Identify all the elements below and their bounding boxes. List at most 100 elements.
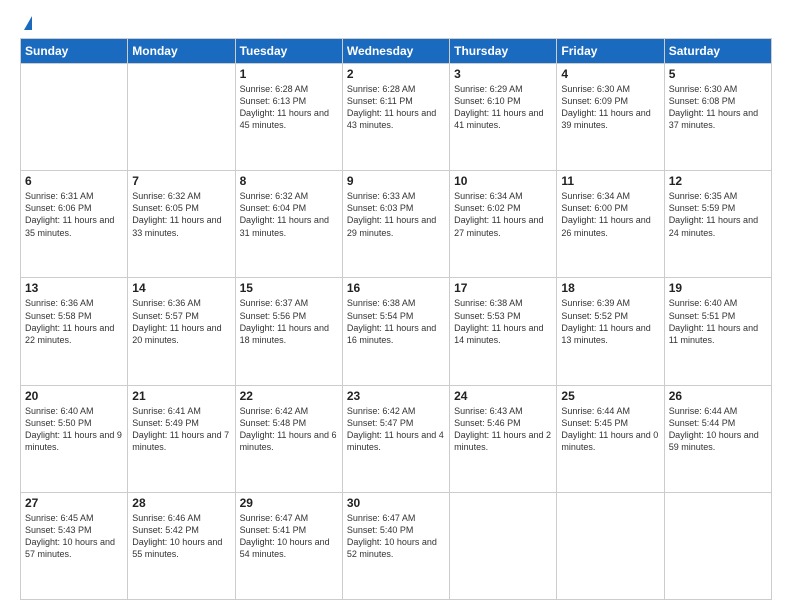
calendar-week-row: 13 Sunrise: 6:36 AM Sunset: 5:58 PM Dayli… [21, 278, 772, 385]
calendar-week-row: 6 Sunrise: 6:31 AM Sunset: 6:06 PM Daylig… [21, 171, 772, 278]
calendar-cell: 17Sunrise: 6:38 AM Sunset: 5:53 PM Dayli… [450, 278, 557, 385]
day-info: Sunrise: 6:35 AM Sunset: 5:59 PM Dayligh… [669, 190, 767, 239]
calendar-cell: 22Sunrise: 6:42 AM Sunset: 5:48 PM Dayli… [235, 385, 342, 492]
day-info: Sunrise: 6:46 AM Sunset: 5:42 PM Dayligh… [132, 512, 230, 561]
calendar-week-row: 20 Sunrise: 6:40 AM Sunset: 5:50 PM Dayli… [21, 385, 772, 492]
day-number: 14 [132, 281, 230, 295]
calendar-cell: 4 Sunrise: 6:30 AM Sunset: 6:09 PM Daylig… [557, 64, 664, 171]
calendar-cell: 3 Sunrise: 6:29 AM Sunset: 6:10 PM Daylig… [450, 64, 557, 171]
calendar-cell: 6 Sunrise: 6:31 AM Sunset: 6:06 PM Daylig… [21, 171, 128, 278]
day-number: 19 [669, 281, 767, 295]
day-info: Sunrise: 6:39 AM Sunset: 5:52 PM Dayligh… [561, 297, 659, 346]
day-number: 30 [347, 496, 445, 510]
day-info: Sunrise: 6:44 AM Sunset: 5:44 PM Dayligh… [669, 405, 767, 454]
calendar-cell [21, 64, 128, 171]
calendar-week-row: 27 Sunrise: 6:45 AM Sunset: 5:43 PM Dayli… [21, 492, 772, 599]
day-info: Sunrise: 6:29 AM Sunset: 6:10 PM Dayligh… [454, 83, 552, 132]
day-number: 3 [454, 67, 552, 81]
day-info: Sunrise: 6:36 AM Sunset: 5:58 PM Dayligh… [25, 297, 123, 346]
calendar-cell: 7 Sunrise: 6:32 AM Sunset: 6:05 PM Daylig… [128, 171, 235, 278]
day-info: Sunrise: 6:38 AM Sunset: 5:53 PM Dayligh… [454, 297, 552, 346]
day-info: Sunrise: 6:42 AM Sunset: 5:48 PM Dayligh… [240, 405, 338, 454]
day-number: 23 [347, 389, 445, 403]
day-number: 8 [240, 174, 338, 188]
day-info: Sunrise: 6:34 AM Sunset: 6:00 PM Dayligh… [561, 190, 659, 239]
calendar-cell [557, 492, 664, 599]
day-number: 15 [240, 281, 338, 295]
header [20, 16, 772, 30]
day-info: Sunrise: 6:45 AM Sunset: 5:43 PM Dayligh… [25, 512, 123, 561]
day-info: Sunrise: 6:32 AM Sunset: 6:04 PM Dayligh… [240, 190, 338, 239]
calendar-cell: 26 Sunrise: 6:44 AM Sunset: 5:44 PM Dayli… [664, 385, 771, 492]
calendar-cell: 19 Sunrise: 6:40 AM Sunset: 5:51 PM Dayli… [664, 278, 771, 385]
day-info: Sunrise: 6:44 AM Sunset: 5:45 PM Dayligh… [561, 405, 659, 454]
day-number: 26 [669, 389, 767, 403]
day-number: 7 [132, 174, 230, 188]
calendar-cell: 1 Sunrise: 6:28 AM Sunset: 6:13 PM Daylig… [235, 64, 342, 171]
calendar-cell: 9 Sunrise: 6:33 AM Sunset: 6:03 PM Daylig… [342, 171, 449, 278]
calendar-cell: 14 Sunrise: 6:36 AM Sunset: 5:57 PM Dayli… [128, 278, 235, 385]
day-info: Sunrise: 6:38 AM Sunset: 5:54 PM Dayligh… [347, 297, 445, 346]
day-number: 27 [25, 496, 123, 510]
day-number: 1 [240, 67, 338, 81]
logo-triangle-icon [24, 16, 32, 30]
day-info: Sunrise: 6:36 AM Sunset: 5:57 PM Dayligh… [132, 297, 230, 346]
day-of-week-header: Tuesday [235, 39, 342, 64]
calendar-cell: 12 Sunrise: 6:35 AM Sunset: 5:59 PM Dayli… [664, 171, 771, 278]
day-info: Sunrise: 6:30 AM Sunset: 6:09 PM Dayligh… [561, 83, 659, 132]
calendar-cell: 5 Sunrise: 6:30 AM Sunset: 6:08 PM Daylig… [664, 64, 771, 171]
day-of-week-header: Saturday [664, 39, 771, 64]
calendar-cell: 30 Sunrise: 6:47 AM Sunset: 5:40 PM Dayli… [342, 492, 449, 599]
day-number: 13 [25, 281, 123, 295]
logo [20, 16, 32, 30]
day-info: Sunrise: 6:47 AM Sunset: 5:41 PM Dayligh… [240, 512, 338, 561]
day-of-week-header: Wednesday [342, 39, 449, 64]
day-number: 9 [347, 174, 445, 188]
day-number: 2 [347, 67, 445, 81]
calendar-cell [450, 492, 557, 599]
day-info: Sunrise: 6:31 AM Sunset: 6:06 PM Dayligh… [25, 190, 123, 239]
day-info: Sunrise: 6:34 AM Sunset: 6:02 PM Dayligh… [454, 190, 552, 239]
day-info: Sunrise: 6:28 AM Sunset: 6:11 PM Dayligh… [347, 83, 445, 132]
calendar-table: SundayMondayTuesdayWednesdayThursdayFrid… [20, 38, 772, 600]
day-info: Sunrise: 6:40 AM Sunset: 5:51 PM Dayligh… [669, 297, 767, 346]
day-number: 25 [561, 389, 659, 403]
day-number: 24 [454, 389, 552, 403]
calendar-cell: 2 Sunrise: 6:28 AM Sunset: 6:11 PM Daylig… [342, 64, 449, 171]
day-number: 28 [132, 496, 230, 510]
day-of-week-header: Friday [557, 39, 664, 64]
calendar-cell: 18 Sunrise: 6:39 AM Sunset: 5:52 PM Dayli… [557, 278, 664, 385]
day-info: Sunrise: 6:37 AM Sunset: 5:56 PM Dayligh… [240, 297, 338, 346]
day-number: 18 [561, 281, 659, 295]
calendar-cell: 27 Sunrise: 6:45 AM Sunset: 5:43 PM Dayli… [21, 492, 128, 599]
day-number: 10 [454, 174, 552, 188]
day-info: Sunrise: 6:40 AM Sunset: 5:50 PM Dayligh… [25, 405, 123, 454]
calendar-cell [664, 492, 771, 599]
day-info: Sunrise: 6:47 AM Sunset: 5:40 PM Dayligh… [347, 512, 445, 561]
day-number: 29 [240, 496, 338, 510]
calendar-cell: 20 Sunrise: 6:40 AM Sunset: 5:50 PM Dayli… [21, 385, 128, 492]
day-info: Sunrise: 6:30 AM Sunset: 6:08 PM Dayligh… [669, 83, 767, 132]
calendar-cell: 8 Sunrise: 6:32 AM Sunset: 6:04 PM Daylig… [235, 171, 342, 278]
day-number: 16 [347, 281, 445, 295]
calendar-cell: 24Sunrise: 6:43 AM Sunset: 5:46 PM Dayli… [450, 385, 557, 492]
day-of-week-header: Monday [128, 39, 235, 64]
calendar-cell: 15 Sunrise: 6:37 AM Sunset: 5:56 PM Dayli… [235, 278, 342, 385]
calendar-week-row: 1 Sunrise: 6:28 AM Sunset: 6:13 PM Daylig… [21, 64, 772, 171]
day-number: 4 [561, 67, 659, 81]
calendar-cell: 28 Sunrise: 6:46 AM Sunset: 5:42 PM Dayli… [128, 492, 235, 599]
day-info: Sunrise: 6:33 AM Sunset: 6:03 PM Dayligh… [347, 190, 445, 239]
day-info: Sunrise: 6:28 AM Sunset: 6:13 PM Dayligh… [240, 83, 338, 132]
calendar-cell: 21Sunrise: 6:41 AM Sunset: 5:49 PM Dayli… [128, 385, 235, 492]
calendar-header-row: SundayMondayTuesdayWednesdayThursdayFrid… [21, 39, 772, 64]
day-info: Sunrise: 6:32 AM Sunset: 6:05 PM Dayligh… [132, 190, 230, 239]
day-number: 12 [669, 174, 767, 188]
calendar-cell [128, 64, 235, 171]
day-number: 20 [25, 389, 123, 403]
day-number: 5 [669, 67, 767, 81]
day-info: Sunrise: 6:42 AM Sunset: 5:47 PM Dayligh… [347, 405, 445, 454]
day-number: 6 [25, 174, 123, 188]
calendar-cell: 10 Sunrise: 6:34 AM Sunset: 6:02 PM Dayli… [450, 171, 557, 278]
calendar-cell: 25 Sunrise: 6:44 AM Sunset: 5:45 PM Dayli… [557, 385, 664, 492]
day-number: 21 [132, 389, 230, 403]
